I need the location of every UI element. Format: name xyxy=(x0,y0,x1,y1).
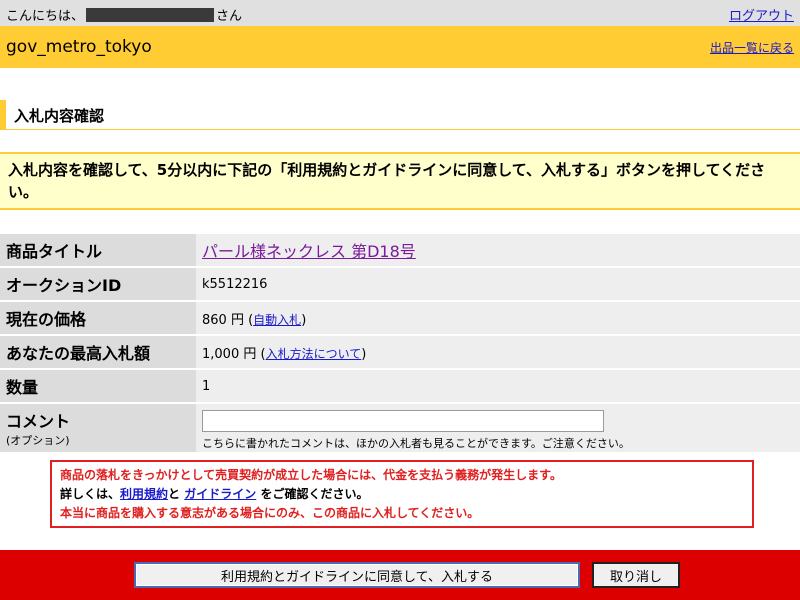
table-row: 現在の価格 860 円 (自動入札) xyxy=(0,302,800,334)
warning-line-1: 商品の落札をきっかけとして売買契約が成立した場合には、代金を支払う義務が発生しま… xyxy=(60,468,562,482)
site-id: gov_metro_tokyo xyxy=(6,37,152,57)
agree-and-bid-button[interactable]: 利用規約とガイドラインに同意して、入札する xyxy=(134,562,580,588)
title-cell: パール様ネックレス 第D18号 xyxy=(196,234,800,266)
terms-link[interactable]: 利用規約 xyxy=(120,487,168,501)
comment-label-cell: コメント (オプション) xyxy=(0,404,196,452)
item-title-link[interactable]: パール様ネックレス 第D18号 xyxy=(202,242,416,261)
price-cell: 860 円 (自動入札) xyxy=(196,302,800,334)
auction-id-label: オークションID xyxy=(0,268,196,300)
max-bid-cell: 1,000 円 (入札方法について) xyxy=(196,336,800,368)
greeting: こんにちは、 さん xyxy=(6,5,242,24)
price-label: 現在の価格 xyxy=(0,302,196,334)
logout-link[interactable]: ログアウト xyxy=(729,5,794,24)
header: gov_metro_tokyo 出品一覧に戻る xyxy=(0,26,800,68)
footer-bar: 利用規約とガイドラインに同意して、入札する 取り消し xyxy=(0,550,800,600)
comment-optional-label: (オプション) xyxy=(6,434,70,447)
comment-note: こちらに書かれたコメントは、ほかの入札者も見ることができます。ご注意ください。 xyxy=(202,436,630,450)
bid-details-table: 商品タイトル パール様ネックレス 第D18号 オークションID k5512216… xyxy=(0,232,800,454)
warning-line-3: 本当に商品を購入する意志がある場合にのみ、この商品に入札してください。 xyxy=(60,506,480,520)
warning-and-text: と xyxy=(168,487,181,501)
top-bar: こんにちは、 さん ログアウト xyxy=(0,0,800,26)
section-title: 入札内容確認 xyxy=(0,100,800,130)
table-row: 商品タイトル パール様ネックレス 第D18号 xyxy=(0,234,800,266)
page-title: 入札内容確認 xyxy=(14,107,105,125)
price-value: 860 円 xyxy=(202,312,244,328)
cancel-button[interactable]: 取り消し xyxy=(592,562,680,588)
guideline-link[interactable]: ガイドライン xyxy=(184,487,256,501)
redacted-username xyxy=(86,8,215,22)
table-row: 数量 1 xyxy=(0,370,800,402)
warning-line-2-suffix: をご確認ください。 xyxy=(260,487,369,501)
back-to-listings-link[interactable]: 出品一覧に戻る xyxy=(710,39,794,56)
max-bid-value: 1,000 円 xyxy=(202,346,257,362)
auto-bid-link[interactable]: 自動入札 xyxy=(253,313,301,327)
comment-label: コメント xyxy=(6,412,71,431)
table-row: あなたの最高入札額 1,000 円 (入札方法について) xyxy=(0,336,800,368)
greeting-suffix: さん xyxy=(216,9,243,24)
warning-line-2: 詳しくは、利用規約と ガイドライン をご確認ください。 xyxy=(60,485,744,504)
quantity-label: 数量 xyxy=(0,370,196,402)
bid-method-link[interactable]: 入札方法について xyxy=(266,347,362,361)
confirm-notice: 入札内容を確認して、5分以内に下記の「利用規約とガイドラインに同意して、入札する… xyxy=(0,152,800,210)
title-label: 商品タイトル xyxy=(0,234,196,266)
table-row: オークションID k5512216 xyxy=(0,268,800,300)
auction-id-value: k5512216 xyxy=(196,268,800,300)
max-bid-label: あなたの最高入札額 xyxy=(0,336,196,368)
quantity-value: 1 xyxy=(196,370,800,402)
purchase-warning: 商品の落札をきっかけとして売買契約が成立した場合には、代金を支払う義務が発生しま… xyxy=(50,460,754,528)
greeting-prefix: こんにちは、 xyxy=(6,9,85,24)
warning-line-2-prefix: 詳しくは、 xyxy=(60,487,121,501)
table-row: コメント (オプション) こちらに書かれたコメントは、ほかの入札者も見ることができ… xyxy=(0,404,800,452)
comment-cell: こちらに書かれたコメントは、ほかの入札者も見ることができます。ご注意ください。 xyxy=(196,404,800,452)
comment-input[interactable] xyxy=(202,409,604,432)
